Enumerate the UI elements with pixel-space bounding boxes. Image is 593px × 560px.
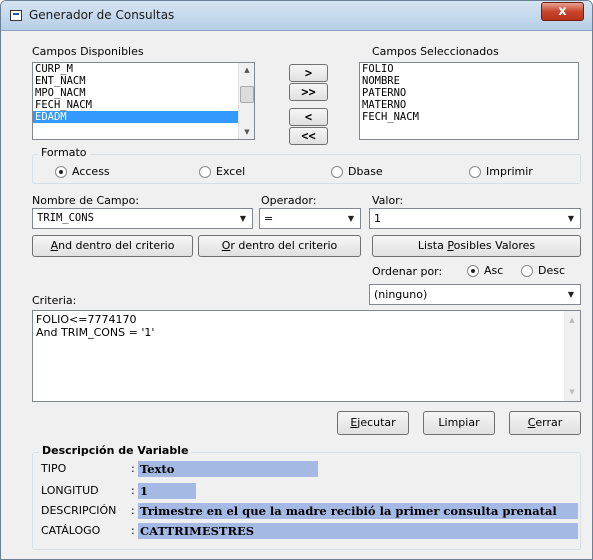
scroll-thumb[interactable] — [240, 86, 254, 103]
description-key: CATÁLOGO — [41, 524, 101, 537]
available-scrollbar[interactable]: ▲ ▼ — [238, 63, 254, 139]
selected-field-item[interactable]: FOLIO — [360, 63, 578, 75]
radio-icon — [331, 165, 343, 178]
and-accel: A — [50, 239, 59, 252]
possible-values-button[interactable]: Lista Posibles Valores — [372, 235, 581, 257]
field-name-combo[interactable]: TRIM_CONS ▼ — [32, 208, 253, 229]
format-radio-dbase[interactable]: Dbase — [331, 165, 383, 178]
clear-button[interactable]: Limpiar — [423, 411, 495, 435]
operator-value: = — [264, 212, 274, 225]
query-builder-window: Generador de Consultas x Campos Disponib… — [0, 0, 593, 560]
title-bar: Generador de Consultas x — [1, 1, 592, 31]
possible-values-label-a: Lista — [417, 239, 448, 252]
selected-field-item[interactable]: FECH_NACM — [360, 111, 578, 123]
add-all-fields-button[interactable]: >> — [289, 83, 328, 101]
selected-field-item[interactable]: MATERNO — [360, 99, 578, 111]
description-value: 1 — [138, 483, 196, 499]
scroll-down-icon[interactable]: ▼ — [239, 125, 254, 139]
radio-icon — [199, 165, 211, 178]
close-button[interactable]: x — [541, 2, 584, 21]
selected-fields-list[interactable]: FOLIO NOMBRE PATERNO MATERNO FECH_NACM — [359, 62, 579, 140]
execute-label: jecutar — [357, 416, 396, 429]
value-combo[interactable]: 1 ▼ — [369, 208, 581, 229]
criteria-scrollbar[interactable]: ▲ ▼ — [564, 311, 580, 401]
execute-button[interactable]: Ejecutar — [337, 411, 409, 435]
available-fields-label: Campos Disponibles — [32, 45, 144, 58]
dropdown-arrow-icon[interactable]: ▼ — [563, 210, 579, 227]
window-title: Generador de Consultas — [29, 8, 175, 22]
available-field-item[interactable]: MPO_NACM — [33, 87, 238, 99]
available-field-item[interactable]: FECH_NACM — [33, 99, 238, 111]
sort-label: Ordenar por: — [372, 265, 443, 278]
description-key: LONGITUD — [41, 484, 99, 497]
radio-icon — [467, 264, 479, 277]
operator-combo[interactable]: = ▼ — [259, 208, 361, 229]
criteria-textarea[interactable]: FOLIO<=7774170 And TRIM_CONS = '1' ▲ ▼ — [32, 310, 581, 402]
description-value: Texto — [138, 461, 318, 477]
available-field-item[interactable]: EDADM — [33, 111, 238, 123]
sort-value: (ninguno) — [374, 288, 428, 301]
remove-field-button[interactable]: < — [289, 108, 328, 126]
format-radio-imprimir[interactable]: Imprimir — [469, 165, 533, 178]
description-key: TIPO — [41, 462, 67, 475]
sort-desc-label: Desc — [538, 264, 566, 277]
description-value: Trimestre en el que la madre recibió la … — [138, 503, 578, 519]
dropdown-arrow-icon[interactable]: ▼ — [235, 210, 251, 227]
description-colon: : — [131, 484, 135, 497]
description-colon: : — [131, 462, 135, 475]
radio-icon — [55, 165, 67, 178]
format-radio-access[interactable]: Access — [55, 165, 110, 178]
sort-desc-radio[interactable]: Desc — [521, 264, 565, 277]
format-option-label: Imprimir — [486, 165, 533, 178]
app-icon — [10, 10, 22, 21]
description-colon: : — [131, 524, 135, 537]
add-field-button[interactable]: > — [289, 64, 328, 82]
description-key: DESCRIPCIÓN — [41, 504, 117, 517]
criteria-label: Criteria: — [32, 294, 77, 307]
field-name-value: TRIM_CONS — [37, 212, 94, 224]
selected-field-item[interactable]: PATERNO — [360, 87, 578, 99]
available-fields-list[interactable]: CURP_M ENT_NACM MPO_NACM FECH_NACM EDADM ▲ ▼ — [32, 62, 255, 140]
remove-all-fields-button[interactable]: << — [289, 127, 328, 145]
available-field-item[interactable]: CURP_M — [33, 63, 238, 75]
dropdown-arrow-icon[interactable]: ▼ — [563, 286, 579, 303]
operator-label: Operador: — [261, 194, 317, 207]
format-option-label: Access — [72, 165, 110, 178]
sort-asc-label: Asc — [484, 264, 504, 277]
sort-asc-radio[interactable]: Asc — [467, 264, 503, 277]
and-criteria-button[interactable]: And dentro del criterio — [32, 235, 193, 257]
scroll-up-icon[interactable]: ▲ — [239, 63, 254, 77]
scroll-down-icon[interactable]: ▼ — [564, 385, 580, 399]
radio-icon — [469, 165, 481, 178]
criteria-line: And TRIM_CONS = '1' — [36, 326, 155, 339]
variable-description-title: Descripción de Variable — [39, 444, 192, 457]
available-field-item[interactable]: ENT_NACM — [33, 75, 238, 87]
description-colon: : — [131, 504, 135, 517]
description-value: CATTRIMESTRES — [138, 523, 578, 539]
value-value: 1 — [374, 212, 381, 225]
close-dialog-button[interactable]: Cerrar — [509, 411, 581, 435]
possible-values-label-b: osibles Valores — [453, 239, 536, 252]
dropdown-arrow-icon[interactable]: ▼ — [343, 210, 359, 227]
sort-combo[interactable]: (ninguno) ▼ — [369, 284, 581, 305]
or-criteria-label: r dentro del criterio — [230, 239, 338, 252]
format-radio-excel[interactable]: Excel — [199, 165, 245, 178]
close-icon: x — [558, 4, 567, 19]
radio-icon — [521, 264, 533, 277]
field-name-label: Nombre de Campo: — [32, 194, 140, 207]
selected-fields-label: Campos Seleccionados — [372, 45, 499, 58]
scroll-up-icon[interactable]: ▲ — [564, 313, 580, 327]
format-option-label: Dbase — [348, 165, 383, 178]
or-criteria-button[interactable]: Or dentro del criterio — [198, 235, 361, 257]
criteria-line: FOLIO<=7774170 — [36, 313, 137, 326]
format-group-label: Formato — [38, 146, 90, 159]
selected-field-item[interactable]: NOMBRE — [360, 75, 578, 87]
value-label: Valor: — [372, 194, 404, 207]
close-label: errar — [535, 416, 563, 429]
and-criteria-label: nd dentro del criterio — [58, 239, 175, 252]
format-option-label: Excel — [216, 165, 246, 178]
